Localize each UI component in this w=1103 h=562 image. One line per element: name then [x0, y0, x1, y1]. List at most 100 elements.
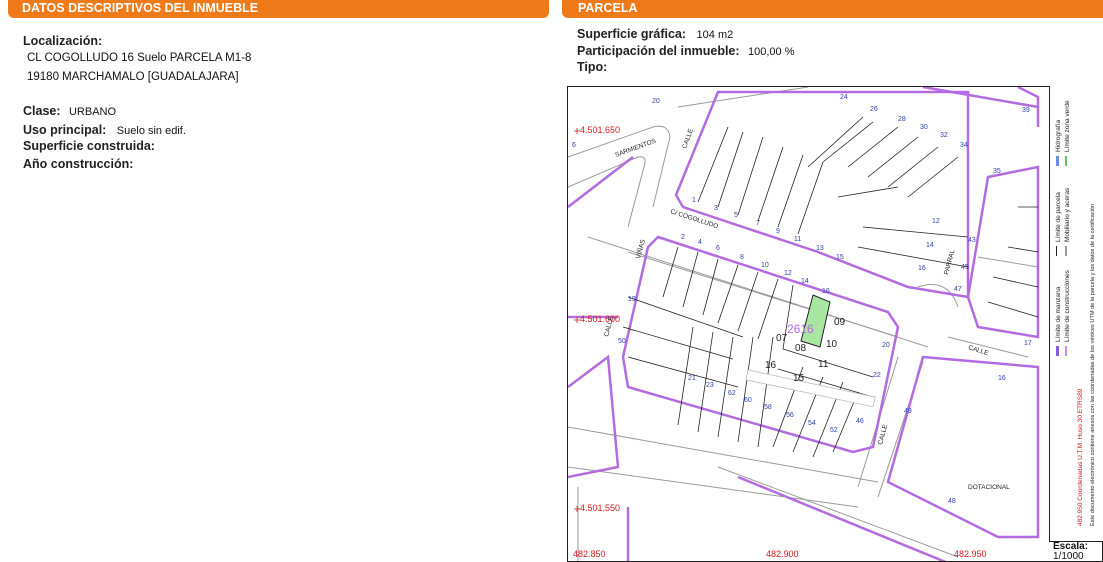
house-number: 1: [692, 197, 696, 204]
street-sarmientos: SARMIENTOS: [614, 137, 657, 158]
house-number: 12: [932, 218, 940, 225]
house-number: 35: [993, 168, 1001, 175]
house-number: 54: [808, 420, 816, 427]
house-number: 11: [794, 236, 801, 243]
legend-item-2: Límite de parcela: [1055, 192, 1062, 242]
house-number: 10: [761, 262, 769, 269]
house-number: 58: [764, 404, 772, 411]
address-line2: 19180 MARCHAMALO [GUADALAJARA]: [27, 71, 239, 83]
house-number: 14: [801, 278, 809, 285]
house-number: 17: [1024, 340, 1032, 347]
legend-item-4: Límite de construcciones: [1064, 269, 1071, 342]
legend-item-3: Hidrografía: [1055, 119, 1062, 152]
block-east: [966, 165, 1040, 339]
house-number: 4: [698, 239, 702, 246]
street-calle-top: CALLE: [681, 127, 695, 149]
coord-x-right: 482.950: [954, 549, 987, 559]
house-number: 52: [830, 427, 838, 434]
legend-swatch-parcela: [1056, 246, 1057, 256]
coord-x-mid: 482.900: [766, 549, 799, 559]
legend-swatch-hidrografia: [1056, 156, 1059, 166]
uso-value: Suelo sin edif.: [116, 125, 186, 137]
house-number: 39: [1022, 107, 1030, 114]
uso-label: Uso principal:: [23, 123, 107, 137]
section-header-datos: DATOS DESCRIPTIVOS DEL INMUEBLE: [8, 0, 549, 18]
legend-coord-note: 482.950 Coordenadas U.T.M. Huso 30 ETRS8…: [1077, 388, 1084, 526]
house-number: 45: [961, 264, 969, 271]
coord-y-bot: 4.501.550: [580, 503, 620, 513]
legend-swatch-mobiliario: [1065, 246, 1067, 256]
house-number: 8: [740, 254, 744, 261]
clase-label: Clase:: [23, 104, 61, 118]
house-number: 16: [998, 375, 1006, 382]
house-number: 6: [572, 142, 576, 149]
tipo-label: Tipo:: [577, 60, 608, 74]
house-number: 20: [882, 342, 890, 349]
house-number: 49: [904, 408, 912, 415]
localizacion-label: Localización:: [23, 34, 103, 48]
house-number: 3: [714, 205, 718, 212]
house-number: 22: [873, 372, 881, 379]
house-number: 60: [744, 397, 752, 404]
superficie-construida-label: Superficie construida:: [23, 139, 155, 153]
section-title-datos: DATOS DESCRIPTIVOS DEL INMUEBLE: [22, 1, 259, 15]
house-number: 50: [618, 338, 626, 345]
house-number: 9: [776, 228, 780, 235]
house-number: 20: [652, 98, 660, 105]
parcel-lines: [622, 116, 1039, 458]
house-number: 6: [716, 245, 720, 252]
clase-row: Clase: URBANO: [23, 102, 116, 120]
superficie-grafica-row: Superficie gráfica: 104 m2: [577, 25, 733, 43]
scale-value: 1/1000: [1053, 551, 1084, 562]
house-number: 24: [840, 94, 848, 101]
house-number: 14: [926, 242, 934, 249]
legend-item-6: Límite zona verde: [1064, 100, 1071, 152]
superficie-grafica-label: Superficie gráfica:: [577, 27, 687, 41]
map-scale: Escala: 1/1000: [1049, 542, 1103, 562]
participacion-value: 100,00 %: [748, 46, 795, 58]
parcel-ref: 2616: [787, 322, 814, 336]
house-number: 16: [822, 288, 830, 295]
legend-swatch-construcciones: [1065, 346, 1067, 356]
parcel-label-07: 07: [776, 333, 788, 344]
house-number: 30: [920, 124, 928, 131]
block-dotacional: [886, 355, 1040, 539]
legend-item-1: Límite de manzana: [1055, 286, 1062, 342]
map-svg: 07 08 09 10 11 15 16 2616 4.501.650 4.50…: [568, 87, 1040, 561]
cadastral-map: 07 08 09 10 11 15 16 2616 4.501.650 4.50…: [567, 86, 1103, 562]
street-calle-bottom: CALLE: [877, 423, 889, 445]
house-number: 5: [734, 212, 738, 219]
house-number: 2: [681, 234, 685, 241]
parcel-label-08: 08: [795, 343, 807, 354]
parcel-label-11: 11: [818, 359, 829, 370]
house-number: 28: [898, 116, 906, 123]
coord-y-top: 4.501.650: [580, 125, 620, 135]
house-number: 62: [728, 390, 736, 397]
street-parral: PARRAL: [943, 249, 956, 276]
house-number: 43: [968, 237, 976, 244]
house-number: 34: [960, 142, 968, 149]
anio-construccion-label: Año construcción:: [23, 157, 134, 171]
legend-item-5: Mobiliario y aceras: [1064, 187, 1071, 242]
label-dotacional: DOTACIONAL: [968, 484, 1010, 491]
house-number: 26: [870, 106, 878, 113]
house-number: 32: [940, 132, 948, 139]
parcel-label-09: 09: [834, 317, 846, 328]
parcel-label-16: 16: [765, 360, 777, 371]
section-title-parcela: PARCELA: [578, 1, 638, 15]
participacion-label: Participación del inmueble:: [577, 44, 740, 58]
uso-row: Uso principal: Suelo sin edif.: [23, 121, 186, 139]
parcel-label-10: 10: [826, 339, 838, 350]
house-number: 48: [948, 498, 956, 505]
section-header-parcela: PARCELA: [562, 0, 1103, 18]
house-number: 12: [784, 270, 792, 277]
clase-value: URBANO: [68, 106, 117, 118]
house-number: 16: [918, 265, 926, 272]
house-number: 21: [688, 375, 696, 382]
map-legend: Límite de manzana Límite de construccion…: [1049, 86, 1103, 542]
house-number: 47: [954, 286, 962, 293]
house-number: 13: [816, 245, 824, 252]
coord-x-left: 482.850: [573, 549, 606, 559]
participacion-row: Participación del inmueble: 100,00 %: [577, 42, 794, 60]
address-line1: CL COGOLLUDO 16 Suelo PARCELA M1-8: [27, 52, 252, 64]
